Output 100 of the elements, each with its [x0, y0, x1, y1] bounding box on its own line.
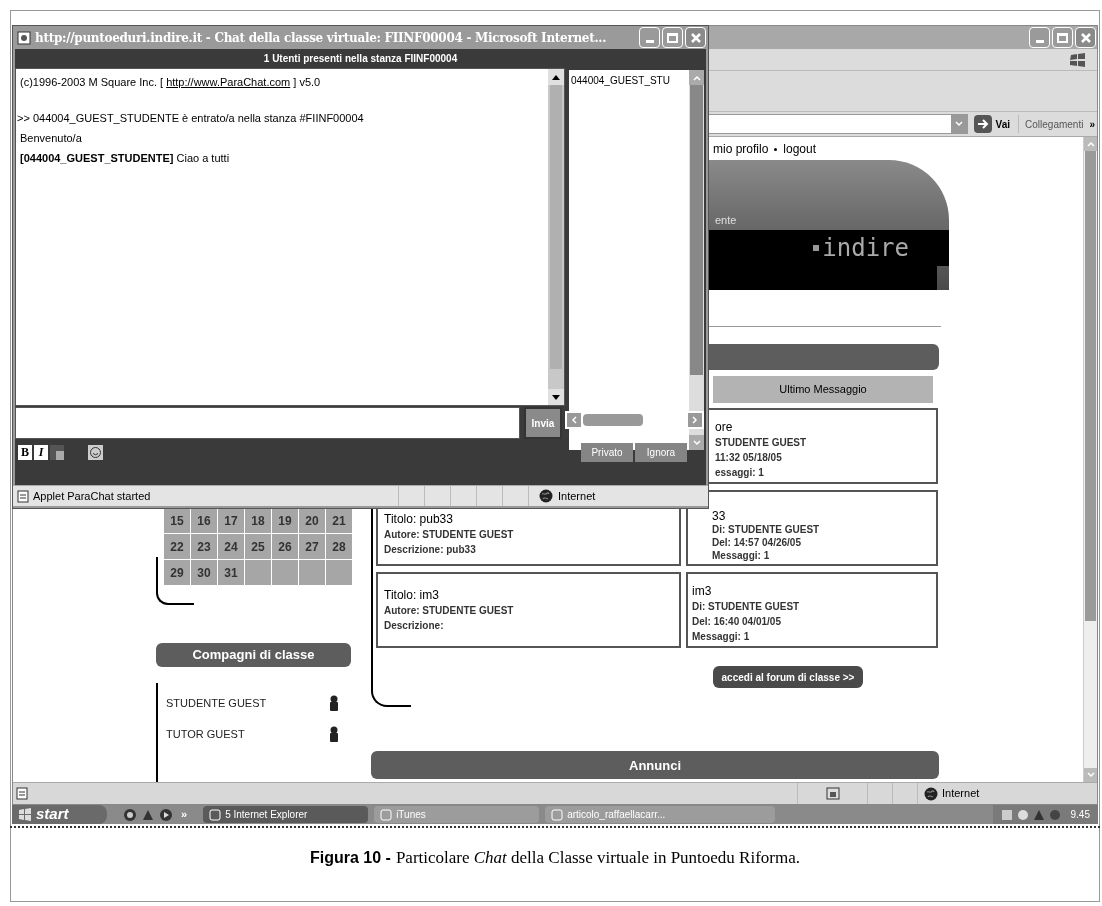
close-button[interactable] — [1075, 27, 1096, 48]
calendar-day[interactable]: 31 — [218, 560, 244, 585]
classmate-name[interactable]: TUTOR GUEST — [166, 725, 245, 742]
topic-card[interactable]: Titolo: im3 Autore: STUDENTE GUEST Descrizione: — [376, 572, 681, 648]
calendar-day[interactable]: 19 — [272, 508, 298, 533]
calendar-day[interactable]: 23 — [191, 534, 217, 559]
restore-button[interactable] — [1052, 27, 1073, 48]
go-button[interactable]: Vai — [973, 115, 1020, 133]
more-chevron[interactable]: » — [181, 806, 188, 823]
scrollbar[interactable] — [689, 70, 704, 450]
message-text: ore — [715, 420, 734, 435]
tray-icon[interactable] — [1000, 808, 1013, 821]
chevron-down-icon — [954, 121, 963, 127]
bold-button[interactable]: B — [18, 444, 32, 460]
forum-button[interactable]: accedi al forum di classe >> — [713, 666, 863, 688]
scroll-left-icon[interactable] — [567, 413, 581, 427]
message-card[interactable]: im3 Di: STUDENTE GUEST Del: 16:40 04/01/05 Messaggi: 1 — [686, 572, 938, 648]
chat-message: >> 044004_GUEST_STUDENTE è entrato/a nella stanza #FIINF00004 — [17, 111, 365, 126]
calendar-day[interactable]: 26 — [272, 534, 298, 559]
nav-link[interactable]: mio profilo — [713, 140, 769, 158]
minimize-button[interactable] — [639, 27, 660, 48]
start-button[interactable]: start — [12, 805, 107, 824]
calendar-day[interactable]: 29 — [164, 560, 190, 585]
italic-button[interactable]: I — [34, 444, 48, 460]
calendar-day[interactable]: 24 — [218, 534, 244, 559]
section-header: Compagni di classe — [156, 643, 351, 667]
calendar-day[interactable]: 21 — [326, 508, 352, 533]
topic-text: Titolo: im3 — [384, 588, 440, 602]
topic-text: Autore: STUDENTE GUEST — [384, 528, 515, 541]
calendar-day[interactable]: 20 — [299, 508, 325, 533]
horizontal-scrollbar[interactable] — [565, 411, 704, 429]
calendar-day[interactable]: 17 — [218, 508, 244, 533]
scroll-up-icon[interactable] — [548, 69, 564, 85]
message-card[interactable]: 33 Di: STUDENTE GUEST Del: 14:57 04/26/05 Messaggi: 1 — [686, 490, 938, 566]
message-text: essaggi: 1 — [715, 466, 765, 480]
app-icon — [380, 808, 393, 821]
taskbar-button[interactable]: 5 Internet Explorer — [203, 806, 369, 823]
arrow-right-icon — [973, 115, 992, 133]
status-text: Applet ParaChat started — [33, 488, 151, 504]
close-icon — [689, 31, 702, 44]
globe-icon — [924, 786, 938, 801]
banner-text: ente — [714, 213, 738, 226]
close-button[interactable] — [685, 27, 706, 48]
calendar-day[interactable]: 28 — [326, 534, 352, 559]
close-icon — [1079, 31, 1092, 44]
bullet-icon — [774, 147, 778, 151]
calendar-day[interactable]: 25 — [245, 534, 271, 559]
calendar-day[interactable]: 30 — [191, 560, 217, 585]
calendar-day[interactable]: 27 — [299, 534, 325, 559]
logo-square-icon — [813, 245, 820, 251]
dropdown-button[interactable] — [950, 115, 967, 133]
topic-text: Titolo: pub33 — [384, 512, 454, 526]
bracket-line — [156, 557, 194, 605]
quick-launch-icon[interactable] — [159, 807, 173, 822]
message-text: Messaggi: 1 — [712, 549, 771, 562]
room-header: 1 Utenti presenti nella stanza FIINF00004 — [15, 49, 706, 68]
message-text: 11:32 05/18/05 — [715, 451, 783, 465]
scrollbar[interactable] — [548, 69, 564, 405]
person-icon — [329, 725, 339, 742]
window-title: http://puntoeduri.indire.it - Chat della classe virtuale: FIINF00004 - Microsoft Internet... — [35, 29, 608, 47]
scroll-right-icon[interactable] — [688, 413, 702, 427]
quick-launch-icon[interactable] — [123, 807, 137, 822]
tray-icon[interactable] — [1032, 808, 1045, 821]
color-picker-icon[interactable] — [50, 444, 64, 460]
topic-text: Descrizione: pub33 — [384, 543, 477, 556]
browser-icon — [17, 30, 31, 45]
message-text: im3 — [692, 584, 713, 599]
calendar-day[interactable]: 18 — [245, 508, 271, 533]
chat-message: Benvenuto/a — [20, 131, 83, 146]
calendar-day[interactable]: 22 — [164, 534, 190, 559]
section-header: Annunci — [371, 751, 939, 779]
message-input[interactable] — [15, 407, 520, 439]
topic-text: Autore: STUDENTE GUEST — [384, 604, 515, 617]
page-icon — [16, 787, 28, 800]
taskbar-button[interactable]: iTunes — [374, 806, 540, 823]
caption-text: Particolare Chat della Classe virtuale in Puntoedu Riforma. — [395, 847, 801, 869]
user-item[interactable]: 044004_GUEST_STU — [571, 73, 689, 88]
column-header: Ultimo Messaggio — [713, 376, 933, 403]
person-icon — [329, 695, 339, 712]
scroll-down-icon[interactable] — [548, 389, 564, 405]
more-chevron[interactable]: » — [1089, 116, 1095, 132]
tray-icon[interactable] — [1048, 808, 1061, 821]
windows-logo-icon — [18, 808, 32, 821]
windows-logo-icon — [1069, 51, 1087, 68]
calendar-day[interactable]: 15 — [164, 508, 190, 533]
tray-icon[interactable] — [1016, 808, 1029, 821]
smiley-icon[interactable] — [88, 444, 103, 460]
chat-message: [044004_GUEST_STUDENTE] Ciao a tutti — [20, 151, 231, 166]
taskbar-button[interactable]: articolo_raffaellacarr... — [545, 806, 776, 823]
classmate-name[interactable]: STUDENTE GUEST — [166, 695, 267, 712]
minimize-button[interactable] — [1029, 27, 1050, 48]
message-text: Di: STUDENTE GUEST — [712, 523, 821, 536]
message-text: 33 — [712, 510, 727, 523]
topic-text: Descrizione: — [384, 619, 445, 632]
calendar-day[interactable]: 16 — [191, 508, 217, 533]
nav-link[interactable]: logout — [783, 140, 817, 158]
maximize-button[interactable] — [662, 27, 683, 48]
web-link[interactable]: http://www.ParaChat.com — [166, 76, 291, 88]
logo-text: indire — [822, 233, 909, 264]
links-label[interactable]: Collegamenti — [1025, 116, 1084, 132]
